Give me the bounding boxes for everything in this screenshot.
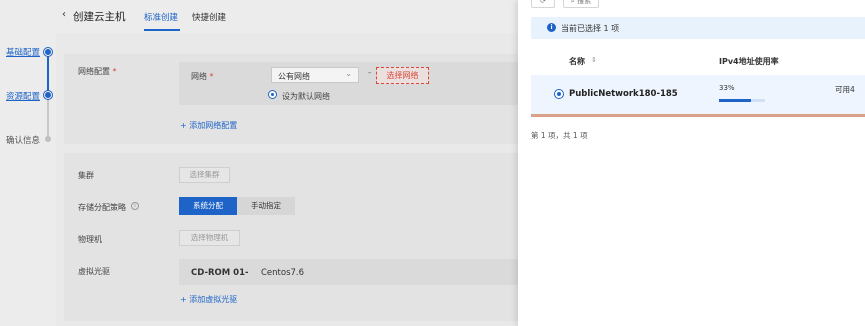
step-basic-config[interactable]: 基础配置 bbox=[6, 46, 40, 58]
back-icon[interactable]: ‹ bbox=[62, 9, 66, 20]
add-virtual-cdrom-link[interactable]: + 添加虚拟光驱 bbox=[180, 294, 237, 305]
network-select-drawer: ⟳ ⌕ 搜索 i 当前已选择 1 项 名称 ⇕ IPv4地址使用率 Public… bbox=[518, 0, 865, 326]
select-cluster-button[interactable]: 选择集群 bbox=[179, 167, 230, 183]
usage-bar-fill bbox=[719, 99, 751, 102]
add-network-config-link[interactable]: + 添加网络配置 bbox=[180, 120, 237, 131]
storage-manual-button[interactable]: 手动指定 bbox=[237, 197, 295, 215]
network-config-panel: 网络配置 * 网络 * 公有网络 ⌄ - 选择网络 设为默认网络 + 添加网络配… bbox=[64, 54, 518, 144]
tab-standard-create[interactable]: 标准创建 bbox=[144, 11, 178, 23]
step-dot-confirm bbox=[45, 136, 51, 142]
network-name: PublicNetwork180-185 bbox=[569, 89, 678, 99]
storage-policy-label: 存储分配策略 bbox=[78, 203, 126, 212]
step-resource-config[interactable]: 资源配置 bbox=[6, 90, 40, 102]
cdrom-image-name: Centos7.6 bbox=[261, 268, 305, 278]
usage-percent: 33% bbox=[719, 84, 735, 92]
default-network-label: 设为默认网络 bbox=[282, 92, 330, 101]
drawer-top-icon-button[interactable]: ⟳ bbox=[531, 0, 555, 8]
step-line-active bbox=[47, 50, 49, 95]
select-physical-host-button[interactable]: 选择物理机 bbox=[179, 230, 240, 246]
step-dot-resource bbox=[44, 91, 52, 99]
separator-dash: - bbox=[368, 68, 372, 78]
step-confirm[interactable]: 确认信息 bbox=[6, 134, 40, 146]
cdrom-separator: - bbox=[245, 268, 249, 278]
page-header: ‹ 创建云主机 标准创建 快捷创建 bbox=[56, 0, 518, 33]
select-network-button[interactable]: 选择网络 bbox=[376, 67, 429, 84]
row-select-radio[interactable] bbox=[554, 89, 564, 99]
physical-host-label: 物理机 bbox=[78, 235, 102, 244]
table-row[interactable]: PublicNetwork180-185 33% 可用4 bbox=[531, 75, 865, 117]
virtual-cdrom-label: 虚拟光驱 bbox=[78, 267, 110, 276]
info-icon[interactable]: i bbox=[131, 202, 139, 210]
cluster-label: 集群 bbox=[78, 171, 94, 180]
search-icon: ⌕ bbox=[570, 0, 575, 5]
cdrom-name: CD-ROM 01 bbox=[191, 268, 245, 278]
column-header-ipv4-usage: IPv4地址使用率 bbox=[719, 57, 779, 66]
available-count: 可用4 bbox=[835, 85, 855, 94]
search-button[interactable]: ⌕ 搜索 bbox=[563, 0, 599, 8]
sort-icon[interactable]: ⇕ bbox=[591, 56, 597, 64]
step-sidebar: 基础配置 资源配置 确认信息 bbox=[0, 0, 56, 326]
network-item-box: 网络 * 公有网络 ⌄ - 选择网络 设为默认网络 bbox=[179, 62, 518, 105]
resource-config-panel: 集群 选择集群 存储分配策略 i 系统分配 手动指定 物理机 选择物理机 虚拟光… bbox=[64, 153, 518, 321]
network-field-label: 网络 * bbox=[191, 72, 214, 81]
chevron-down-icon: ⌄ bbox=[345, 69, 352, 78]
tab-quick-create[interactable]: 快捷创建 bbox=[192, 11, 226, 23]
active-tab-indicator bbox=[144, 29, 180, 31]
column-header-name[interactable]: 名称 bbox=[569, 56, 585, 67]
default-network-radio[interactable] bbox=[268, 90, 277, 99]
selection-count-text: 当前已选择 1 项 bbox=[561, 24, 620, 33]
selection-notice: i 当前已选择 1 项 bbox=[531, 17, 865, 39]
cdrom-item-box: CD-ROM 01 - Centos7.6 bbox=[179, 259, 518, 285]
storage-system-assign-button[interactable]: 系统分配 bbox=[179, 197, 237, 215]
search-button-label: 搜索 bbox=[577, 0, 592, 5]
network-type-value: 公有网络 bbox=[278, 72, 310, 81]
pagination-summary: 第 1 项，共 1 项 bbox=[531, 131, 588, 140]
page-title: 创建云主机 bbox=[73, 11, 126, 23]
step-dot-basic bbox=[44, 48, 52, 56]
info-icon: i bbox=[547, 23, 556, 32]
network-config-label: 网络配置 * bbox=[78, 67, 117, 76]
usage-bar bbox=[719, 99, 765, 102]
network-type-select[interactable]: 公有网络 ⌄ bbox=[271, 67, 359, 83]
